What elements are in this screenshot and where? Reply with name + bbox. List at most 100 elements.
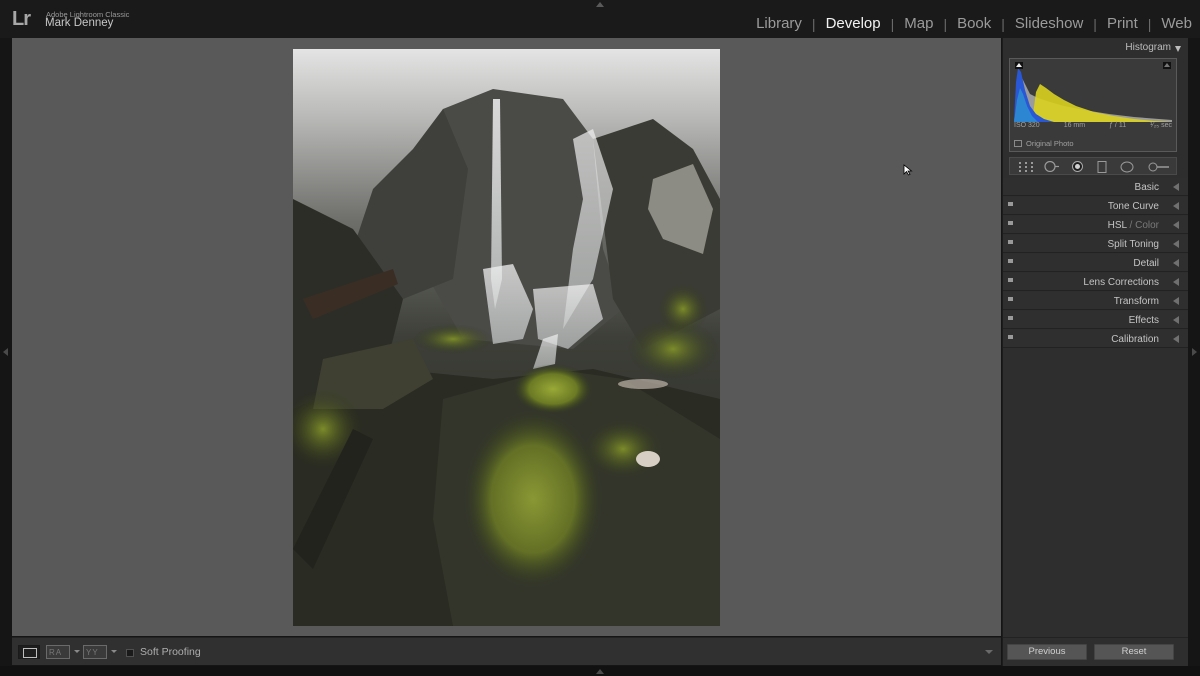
histogram-exif: ISO 320 16 mm ƒ / 11 ¹⁄₂₅ sec (1014, 122, 1172, 132)
shadow-clipping-icon[interactable] (1015, 62, 1023, 69)
toolbar-content-menu[interactable] (983, 647, 995, 657)
spot-removal-icon[interactable] (1043, 161, 1059, 172)
soft-proofing-checkbox[interactable] (126, 649, 134, 657)
photo-image (293, 49, 720, 626)
right-panel-buttons: Previous Reset (1003, 637, 1189, 666)
module-separator: | (943, 15, 948, 32)
lr-logo: Lr (12, 8, 31, 30)
red-eye-icon[interactable] (1071, 161, 1084, 172)
top-panel-toggle[interactable] (596, 2, 604, 7)
panel-hsl-tab[interactable]: HSL (1108, 220, 1127, 231)
right-panel-toggle[interactable] (1192, 348, 1197, 356)
right-panel-edge (1188, 38, 1200, 666)
exif-shutter: ¹⁄₂₅ sec (1150, 122, 1172, 129)
panel-switch[interactable] (1008, 240, 1013, 244)
module-develop[interactable]: Develop (826, 15, 881, 32)
radial-filter-icon[interactable] (1120, 161, 1134, 173)
panel-hsl-separator: / (1126, 220, 1136, 231)
exif-focal-length: 16 mm (1063, 122, 1086, 129)
panel-split-toning[interactable]: Split Toning (1003, 235, 1189, 253)
crop-overlay-icon[interactable] (1018, 161, 1034, 172)
panel-switch[interactable] (1008, 316, 1013, 320)
panel-lens-corrections[interactable]: Lens Corrections (1003, 273, 1189, 291)
panel-expand-icon[interactable] (1173, 221, 1179, 229)
module-book[interactable]: Book (957, 15, 991, 32)
panel-effects-label: Effects (1128, 315, 1159, 326)
soft-proofing-label: Soft Proofing (140, 646, 201, 658)
panel-expand-icon[interactable] (1173, 316, 1179, 324)
panel-expand-icon[interactable] (1173, 202, 1179, 210)
develop-toolbar: RA YY Soft Proofing (12, 637, 1001, 665)
panel-effects[interactable]: Effects (1003, 311, 1189, 329)
panel-split-toning-label: Split Toning (1107, 239, 1159, 250)
panel-expand-icon[interactable] (1173, 240, 1179, 248)
before-after-view-button[interactable]: RA (46, 645, 70, 659)
module-separator: | (1147, 15, 1152, 32)
adjustment-brush-icon[interactable] (1148, 161, 1170, 173)
tool-strip (1009, 157, 1177, 175)
left-panel-collapsed (0, 38, 12, 666)
exif-iso: ISO 320 (1014, 122, 1040, 129)
module-slideshow[interactable]: Slideshow (1015, 15, 1083, 32)
panel-expand-icon[interactable] (1173, 183, 1179, 191)
panel-expand-icon[interactable] (1173, 278, 1179, 286)
module-library[interactable]: Library (756, 15, 802, 32)
lightroom-window: Lr Adobe Lightroom Classic Mark Denney L… (0, 0, 1200, 676)
panel-transform-label: Transform (1113, 296, 1159, 307)
panel-hsl-color-label: HSL / Color (1108, 220, 1159, 231)
module-map[interactable]: Map (904, 15, 933, 32)
before-after-menu-caret[interactable] (74, 650, 80, 653)
panel-detail-label: Detail (1133, 258, 1159, 269)
filmstrip-collapsed (0, 666, 1200, 676)
panel-switch[interactable] (1008, 297, 1013, 301)
panel-switch[interactable] (1008, 221, 1013, 225)
original-photo-checkbox[interactable] (1014, 139, 1022, 147)
panel-switch[interactable] (1008, 335, 1013, 339)
module-separator: | (811, 15, 816, 32)
loupe-view-button[interactable] (18, 645, 40, 659)
panel-basic[interactable]: Basic (1003, 178, 1189, 196)
panel-tone-curve[interactable]: Tone Curve (1003, 197, 1189, 215)
identity-plate-name: Mark Denney (45, 17, 114, 29)
swap-view-glyph: YY (86, 648, 99, 657)
histogram-header[interactable]: Histogram (1003, 40, 1189, 56)
panel-basic-label: Basic (1134, 182, 1159, 193)
loupe-view (12, 38, 1001, 636)
panel-expand-icon[interactable] (1173, 335, 1179, 343)
histogram-title: Histogram (1125, 42, 1171, 53)
panel-hsl-color[interactable]: HSL / Color (1003, 216, 1189, 234)
module-print[interactable]: Print (1107, 15, 1138, 32)
module-separator: | (1001, 15, 1005, 32)
panel-switch[interactable] (1008, 202, 1013, 206)
panel-color-tab[interactable]: Color (1135, 220, 1159, 231)
highlight-clipping-icon[interactable] (1163, 62, 1171, 69)
panel-tone-curve-label: Tone Curve (1107, 201, 1159, 212)
exif-aperture: ƒ / 11 (1109, 122, 1127, 129)
module-picker: Library | Develop | Map | Book | Slidesh… (756, 15, 1192, 32)
filmstrip-toggle[interactable] (596, 669, 604, 674)
panel-switch[interactable] (1008, 278, 1013, 282)
panel-lens-corrections-label: Lens Corrections (1083, 277, 1159, 288)
original-photo-row[interactable]: Original Photo (1014, 138, 1074, 148)
panel-switch[interactable] (1008, 259, 1013, 263)
module-web[interactable]: Web (1161, 15, 1192, 32)
photo-preview[interactable] (293, 49, 720, 626)
swap-view-menu-caret[interactable] (111, 650, 117, 653)
before-after-glyph: RA (49, 648, 63, 657)
graduated-filter-icon[interactable] (1097, 161, 1107, 173)
panel-expand-icon[interactable] (1173, 297, 1179, 305)
panel-detail[interactable]: Detail (1003, 254, 1189, 272)
module-separator: | (890, 15, 895, 32)
mouse-cursor-icon (903, 164, 913, 176)
histogram-collapse-icon[interactable] (1175, 46, 1181, 52)
histogram[interactable]: ISO 320 16 mm ƒ / 11 ¹⁄₂₅ sec Original P… (1009, 58, 1177, 152)
reset-button[interactable]: Reset (1094, 644, 1174, 660)
panel-calibration-label: Calibration (1111, 334, 1159, 345)
panel-expand-icon[interactable] (1173, 259, 1179, 267)
previous-button[interactable]: Previous (1007, 644, 1087, 660)
panel-transform[interactable]: Transform (1003, 292, 1189, 310)
panel-calibration[interactable]: Calibration (1003, 330, 1189, 348)
swap-view-button[interactable]: YY (83, 645, 107, 659)
left-panel-toggle[interactable] (3, 348, 8, 356)
module-separator: | (1093, 15, 1097, 32)
